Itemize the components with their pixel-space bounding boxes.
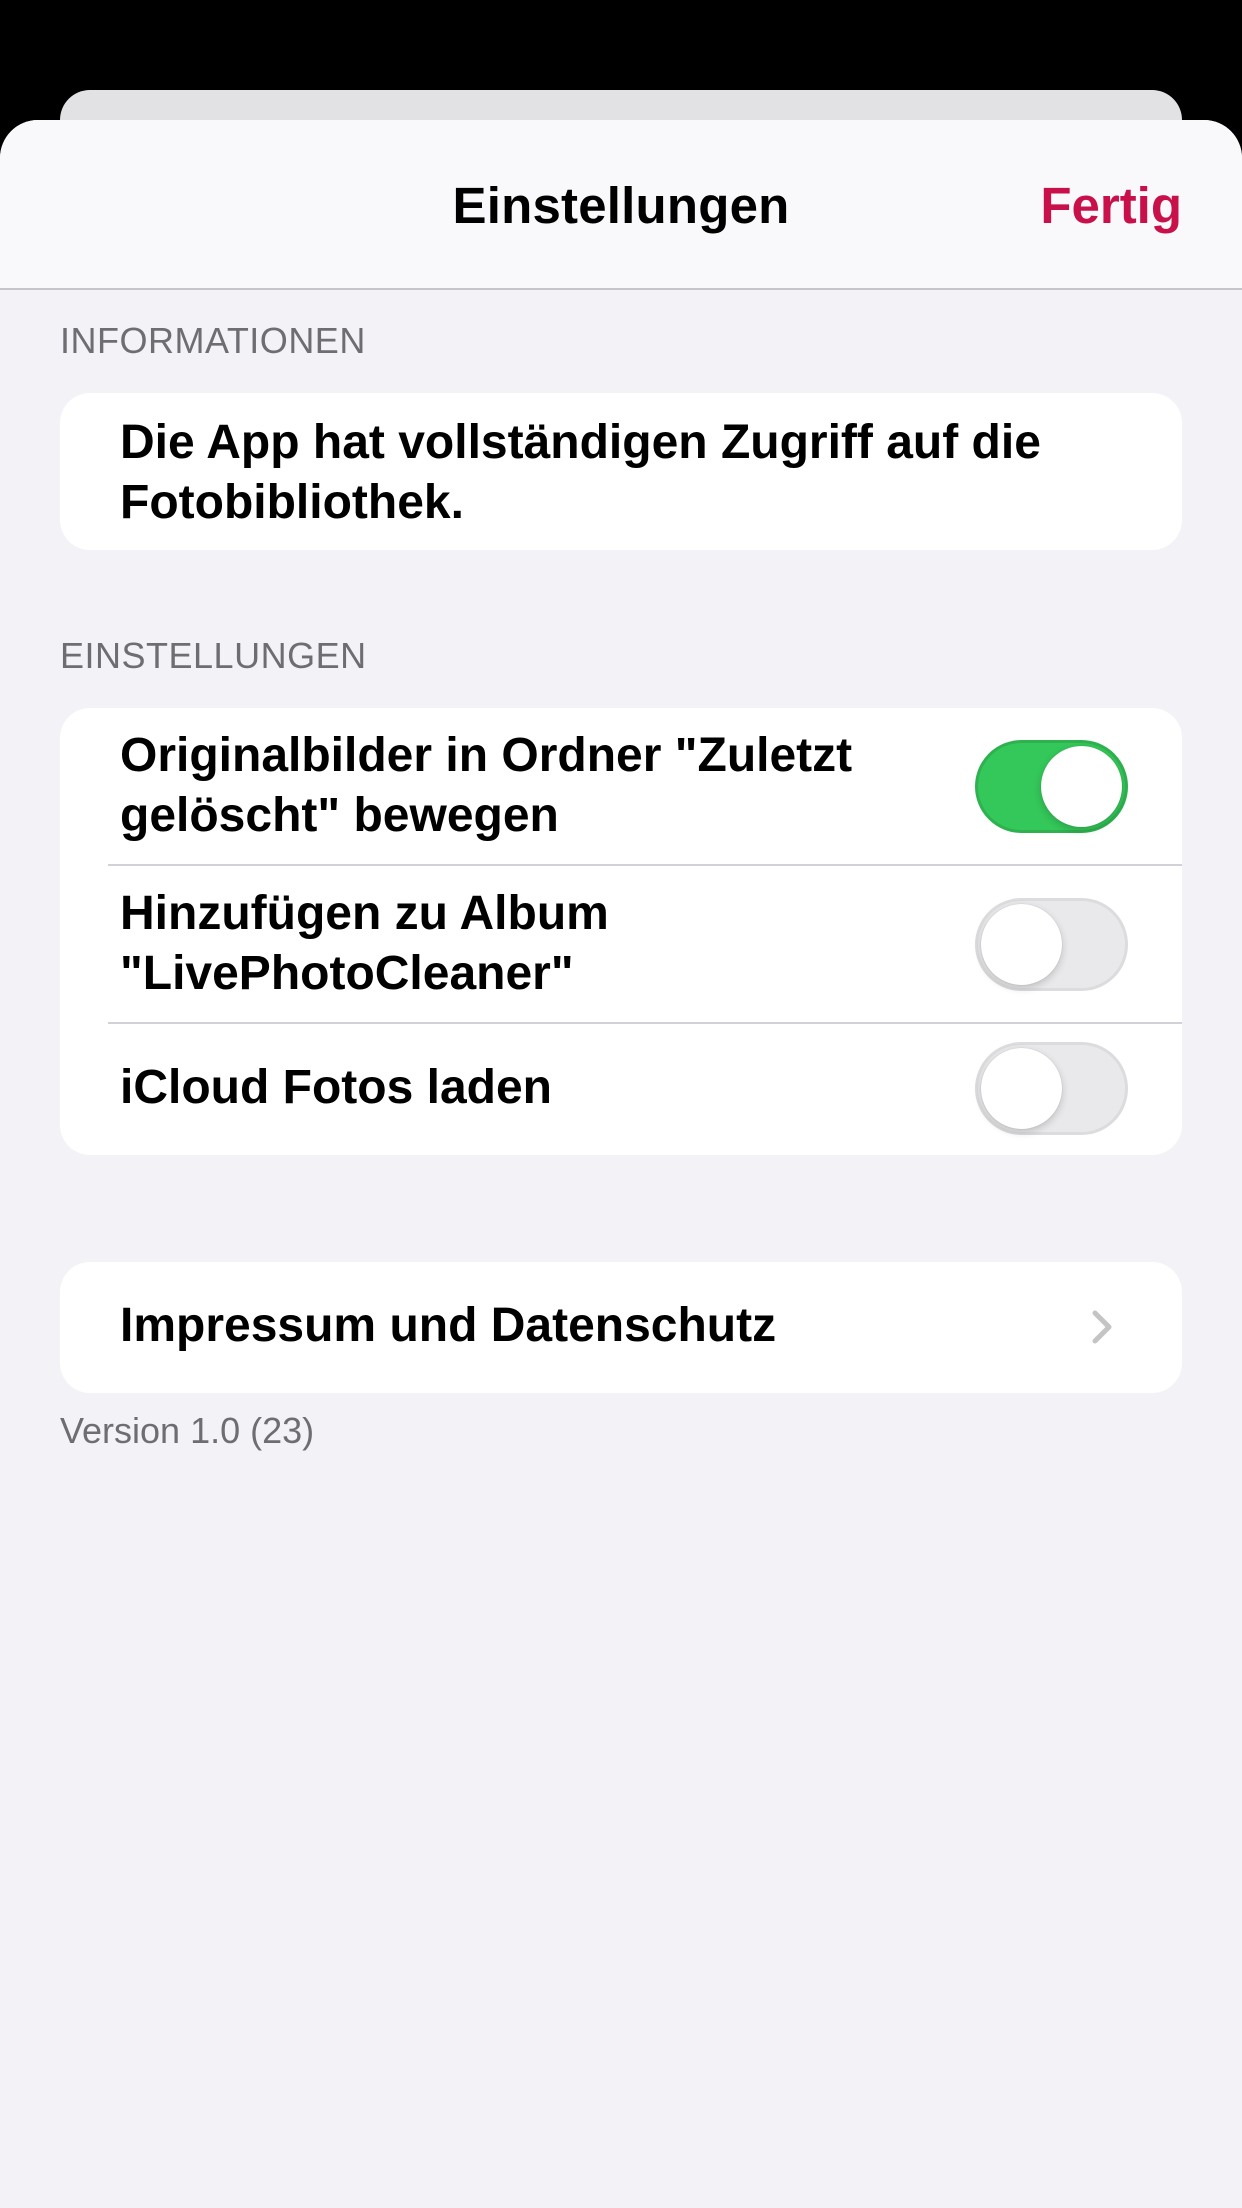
settings-section-header: EINSTELLUNGEN (60, 635, 367, 676)
setting-label: Originalbilder in Ordner "Zuletzt gelösc… (120, 729, 853, 842)
info-group: Die App hat vollständigen Zugriff auf di… (60, 393, 1182, 550)
legal-privacy-label: Impressum und Datenschutz (120, 1299, 777, 1352)
move-to-recently-deleted-toggle[interactable] (975, 740, 1128, 833)
settings-sheet: Einstellungen Fertig INFORMATIONEN Die A… (0, 120, 1242, 2208)
settings-group: Originalbilder in Ordner "Zuletzt gelösc… (60, 708, 1182, 1155)
toggle-knob (1041, 746, 1122, 827)
info-section-header: INFORMATIONEN (60, 320, 366, 361)
done-button[interactable]: Fertig (1040, 176, 1182, 235)
setting-label: Hinzufügen zu Album "LivePhotoCleaner" (120, 887, 609, 1000)
version-label: Version 1.0 (23) (60, 1410, 315, 1451)
toggle-knob (981, 904, 1062, 985)
setting-row-add-to-album: Hinzufügen zu Album "LivePhotoCleaner" (60, 866, 1182, 1023)
icloud-photos-toggle[interactable] (975, 1042, 1128, 1135)
setting-label: iCloud Fotos laden (120, 1061, 552, 1114)
screen: Einstellungen Fertig INFORMATIONEN Die A… (0, 0, 1242, 2208)
navigation-bar: Einstellungen Fertig (0, 120, 1242, 290)
info-text: Die App hat vollständigen Zugriff auf di… (120, 416, 1041, 529)
add-to-album-toggle[interactable] (975, 898, 1128, 991)
toggle-knob (981, 1048, 1062, 1129)
chevron-right-icon (1092, 1310, 1112, 1344)
setting-row-icloud-photos: iCloud Fotos laden (60, 1024, 1182, 1155)
legal-privacy-row[interactable]: Impressum und Datenschutz (60, 1262, 1182, 1393)
setting-row-move-to-recently-deleted: Originalbilder in Ordner "Zuletzt gelösc… (60, 708, 1182, 865)
